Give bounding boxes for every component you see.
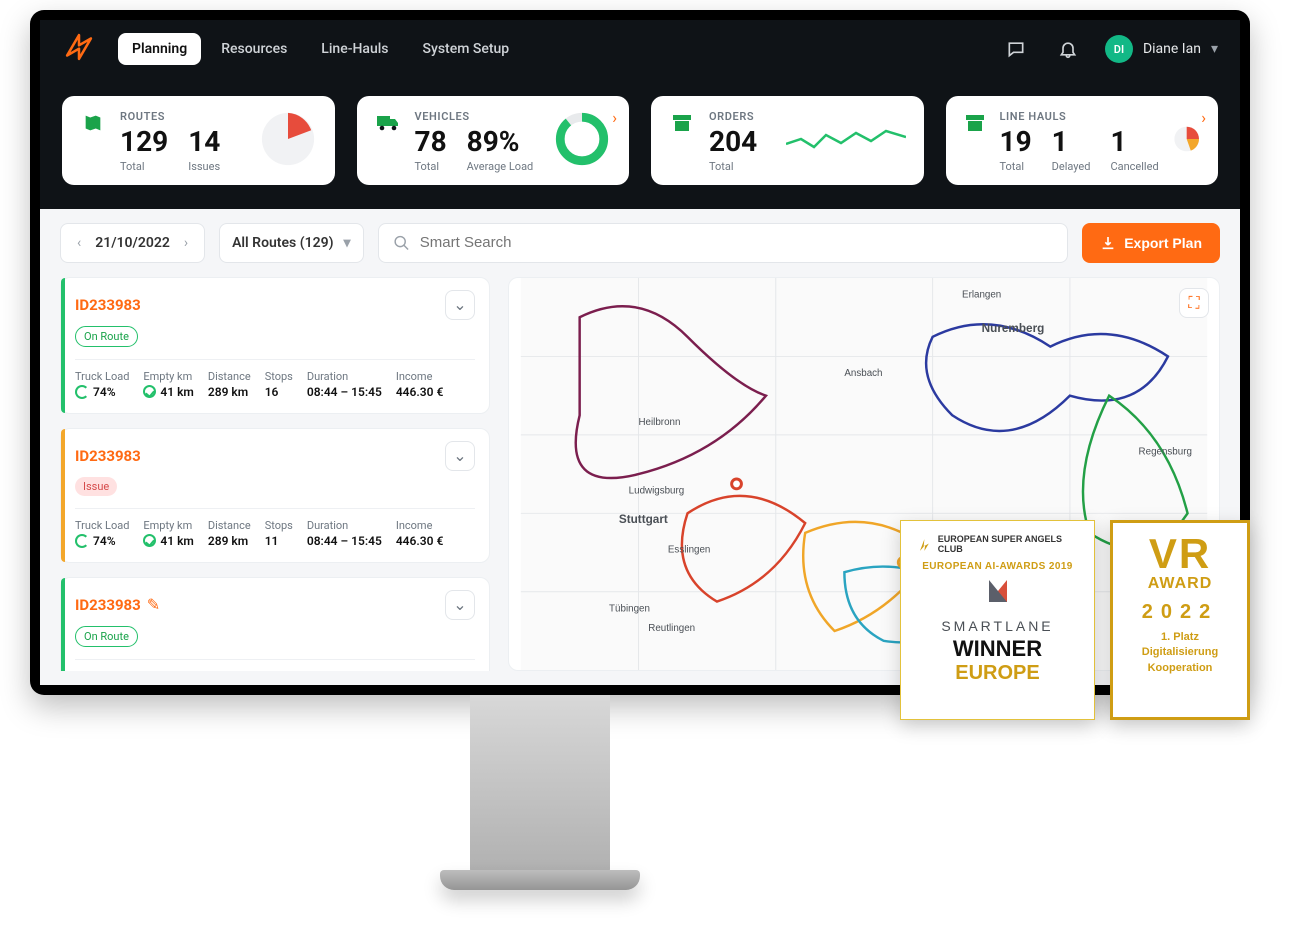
chevron-right-icon[interactable]: › <box>1201 108 1206 127</box>
map-icon <box>80 110 106 136</box>
card-title: LINE HAULS <box>1000 110 1159 123</box>
filter-dropdown[interactable]: All Routes (129) ▾ <box>219 223 363 263</box>
gauge-icon <box>553 110 611 168</box>
svg-text:Nuremberg: Nuremberg <box>982 322 1045 335</box>
expand-button[interactable]: ⌄ <box>445 290 475 320</box>
card-title: ROUTES <box>120 110 220 123</box>
status-badge: Issue <box>75 477 117 496</box>
monitor-stand <box>470 695 610 875</box>
chevron-right-icon[interactable]: › <box>612 108 617 127</box>
vehicles-total: 78 <box>415 127 447 158</box>
caret-down-icon: ▾ <box>344 235 351 251</box>
next-icon[interactable]: › <box>180 235 192 251</box>
status-badge: On Route <box>75 326 138 347</box>
status-badge: On Route <box>75 626 138 647</box>
search-box[interactable] <box>378 223 1069 263</box>
pie-icon <box>259 110 317 168</box>
chevron-down-icon: ▾ <box>1211 41 1218 57</box>
route-card[interactable]: ID233983 ✎ ⌄ On Route Truck Load74%Empty km8… <box>60 577 490 671</box>
spark-icon <box>786 110 906 168</box>
date-value: 21/10/2022 <box>95 235 170 251</box>
svg-text:Esslingen: Esslingen <box>668 544 710 555</box>
routes-list: ID233983 ⌄ On Route Truck Load74%Empty km41… <box>60 277 490 671</box>
lh-cancelled: 1 <box>1110 127 1158 158</box>
edit-icon[interactable]: ✎ <box>147 595 160 614</box>
award-badge-vr: VR AWARD 2022 1. PlatzDigitalisierungKoo… <box>1110 520 1250 720</box>
route-card[interactable]: ID233983 ⌄ Issue Truck Load74%Empty km41 km… <box>60 428 490 563</box>
svg-text:Stuttgart: Stuttgart <box>619 513 668 526</box>
lh-total: 19 <box>1000 127 1032 158</box>
route-id: ID233983 <box>75 596 141 614</box>
nav-tabs: Planning Resources Line-Hauls System Set… <box>118 33 523 65</box>
card-routes[interactable]: ROUTES 129 Total 14 Issues <box>62 96 335 185</box>
label: Total <box>415 160 447 173</box>
pie-icon <box>1173 110 1200 168</box>
svg-text:Ludwigsburg: Ludwigsburg <box>629 486 685 497</box>
routes-total: 129 <box>120 127 168 158</box>
card-title: ORDERS <box>709 110 757 123</box>
svg-text:Erlangen: Erlangen <box>962 289 1001 300</box>
export-button[interactable]: Export Plan <box>1082 223 1220 263</box>
svg-text:Regensburg: Regensburg <box>1139 446 1192 457</box>
tab-linehauls[interactable]: Line-Hauls <box>307 33 402 65</box>
messages-icon[interactable] <box>1001 34 1031 64</box>
label: Average Load <box>467 160 534 173</box>
search-icon <box>393 234 410 252</box>
search-input[interactable] <box>420 234 1053 251</box>
tab-planning[interactable]: Planning <box>118 33 201 65</box>
truck-icon <box>375 110 401 136</box>
archive-icon <box>964 110 986 136</box>
card-orders[interactable]: ORDERS 204 Total <box>651 96 924 185</box>
export-label: Export Plan <box>1124 235 1202 251</box>
svg-text:Ansbach: Ansbach <box>844 368 882 379</box>
user-name: Diane Ian <box>1143 41 1201 57</box>
card-vehicles[interactable]: › VEHICLES 78 Total 89% Average Load <box>357 96 630 185</box>
route-card[interactable]: ID233983 ⌄ On Route Truck Load74%Empty km41… <box>60 277 490 414</box>
prev-icon[interactable]: ‹ <box>73 235 85 251</box>
svg-text:Heilbronn: Heilbronn <box>638 417 680 428</box>
avatar: DI <box>1105 35 1133 63</box>
vehicles-avg: 89% <box>467 127 534 158</box>
filter-label: All Routes (129) <box>232 235 333 251</box>
download-icon <box>1100 235 1116 251</box>
orders-total: 204 <box>709 127 757 158</box>
label: Total <box>120 160 168 173</box>
svg-text:Reutlingen: Reutlingen <box>648 623 695 634</box>
expand-button[interactable]: ⌄ <box>445 590 475 620</box>
topbar: Planning Resources Line-Hauls System Set… <box>40 20 1240 78</box>
date-picker[interactable]: ‹ 21/10/2022 › <box>60 223 205 263</box>
card-title: VEHICLES <box>415 110 534 123</box>
route-metrics: Truck Load74%Empty km81 kmDistance381 km… <box>75 659 475 671</box>
label: Cancelled <box>1110 160 1158 173</box>
expand-button[interactable]: ⌄ <box>445 441 475 471</box>
label: Issues <box>188 160 220 173</box>
svg-text:Tübingen: Tübingen <box>609 603 650 614</box>
bell-icon[interactable] <box>1053 34 1083 64</box>
routes-issues: 14 <box>188 127 220 158</box>
route-id: ID233983 <box>75 296 141 314</box>
route-id: ID233983 <box>75 447 141 465</box>
card-linehauls[interactable]: › LINE HAULS 19 Total 1 Delayed 1 Cancelled <box>946 96 1219 185</box>
tab-setup[interactable]: System Setup <box>409 33 524 65</box>
route-metrics: Truck Load74%Empty km41 kmDistance289 km… <box>75 508 475 548</box>
award-badge-ai: EUROPEAN SUPER ANGELS CLUB EUROPEAN AI-A… <box>900 520 1095 720</box>
fullscreen-icon[interactable]: ⛶ <box>1179 288 1209 318</box>
summary-cards: ROUTES 129 Total 14 Issues › VEHICLES 78 To… <box>40 78 1240 209</box>
label: Total <box>1000 160 1032 173</box>
route-metrics: Truck Load74%Empty km41 kmDistance289 km… <box>75 359 475 399</box>
label: Total <box>709 160 757 173</box>
user-menu[interactable]: DI Diane Ian ▾ <box>1105 35 1218 63</box>
label: Delayed <box>1052 160 1091 173</box>
app-logo <box>62 30 96 68</box>
archive-icon <box>669 110 695 136</box>
lh-delayed: 1 <box>1052 127 1091 158</box>
tab-resources[interactable]: Resources <box>207 33 301 65</box>
toolbar: ‹ 21/10/2022 › All Routes (129) ▾ Export… <box>40 209 1240 277</box>
monitor-base <box>440 870 640 890</box>
